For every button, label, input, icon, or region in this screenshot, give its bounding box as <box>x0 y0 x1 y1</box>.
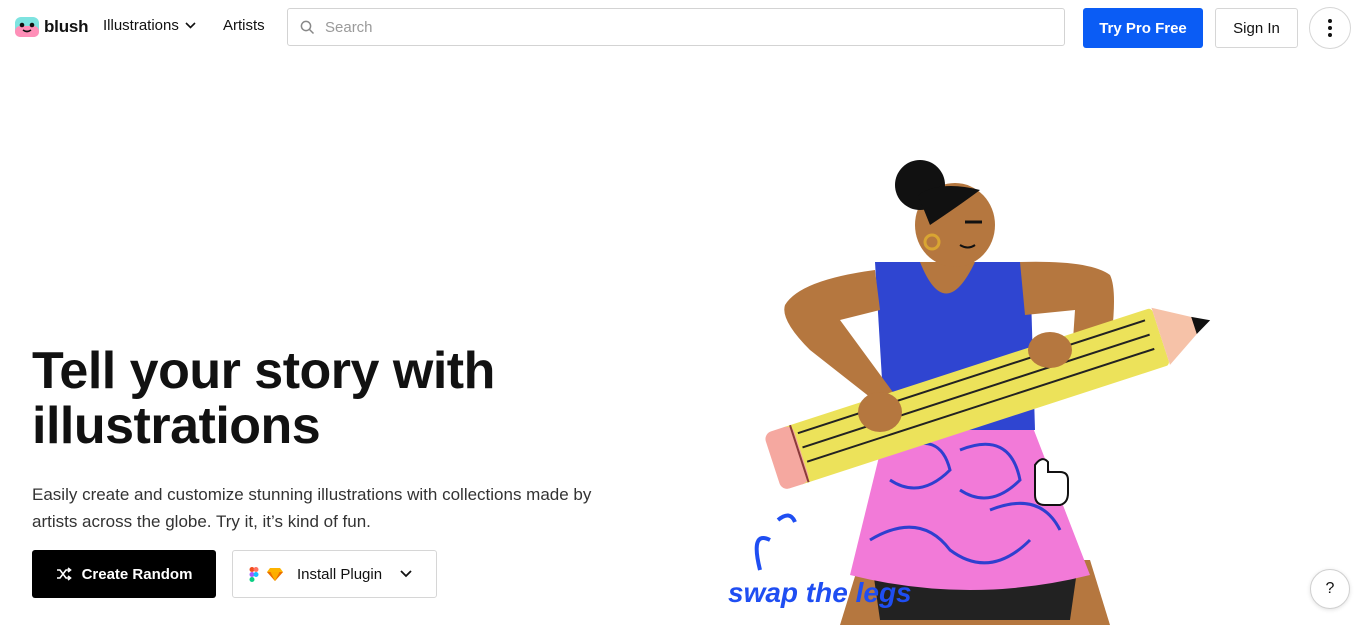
hero-illustration: swap the legs <box>728 160 1211 625</box>
chevron-down-icon <box>400 570 412 578</box>
nav-artists-link[interactable]: Artists <box>223 17 265 34</box>
figma-icon <box>249 566 259 582</box>
sketch-icon <box>267 568 283 581</box>
search-input[interactable] <box>323 17 1064 37</box>
top-navbar: blush Illustrations Artists Try Pro Free… <box>0 0 1366 56</box>
search-icon <box>300 20 315 34</box>
brand-logo[interactable]: blush <box>14 14 89 40</box>
shuffle-icon <box>56 567 72 581</box>
help-button[interactable]: ? <box>1310 569 1350 609</box>
brand-name: blush <box>44 17 89 36</box>
install-plugin-dropdown[interactable]: Install Plugin <box>232 550 437 598</box>
nav-artists-label: Artists <box>223 17 265 34</box>
install-plugin-label: Install Plugin <box>297 565 383 583</box>
vertical-dots-icon <box>1328 19 1332 37</box>
search-box[interactable] <box>287 8 1065 46</box>
hero-title: Tell your story with illustrations <box>32 342 495 455</box>
try-pro-free-button[interactable]: Try Pro Free <box>1083 8 1203 48</box>
create-random-label: Create Random <box>81 565 193 583</box>
sign-in-button[interactable]: Sign In <box>1215 8 1298 48</box>
blush-logo-icon <box>15 17 39 37</box>
swap-legs-handwriting: swap the legs <box>728 577 912 608</box>
more-options-button[interactable] <box>1309 7 1351 49</box>
hero-subtitle: Easily create and customize stunning ill… <box>32 485 592 531</box>
nav-illustrations-dropdown[interactable]: Illustrations <box>103 17 196 34</box>
chevron-down-icon <box>185 22 196 29</box>
create-random-button[interactable]: Create Random <box>32 550 216 598</box>
nav-illustrations-label: Illustrations <box>103 17 179 34</box>
